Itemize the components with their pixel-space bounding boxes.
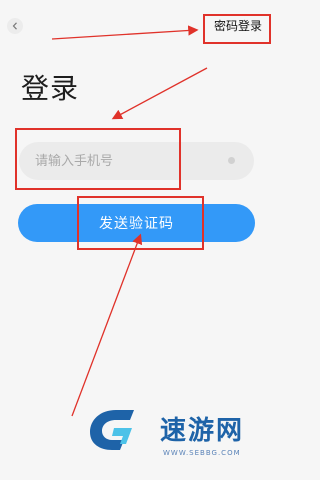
watermark-url: WWW.SEBBG.COM bbox=[163, 449, 241, 457]
arrow-to-send-button bbox=[71, 233, 143, 417]
watermark: 速游网 WWW.SEBBG.COM bbox=[86, 404, 266, 464]
arrow-to-password-login bbox=[51, 25, 199, 40]
watermark-name: 速游网 bbox=[160, 416, 245, 446]
arrow-to-phone-input bbox=[111, 67, 208, 120]
watermark-logo-icon bbox=[90, 410, 134, 450]
